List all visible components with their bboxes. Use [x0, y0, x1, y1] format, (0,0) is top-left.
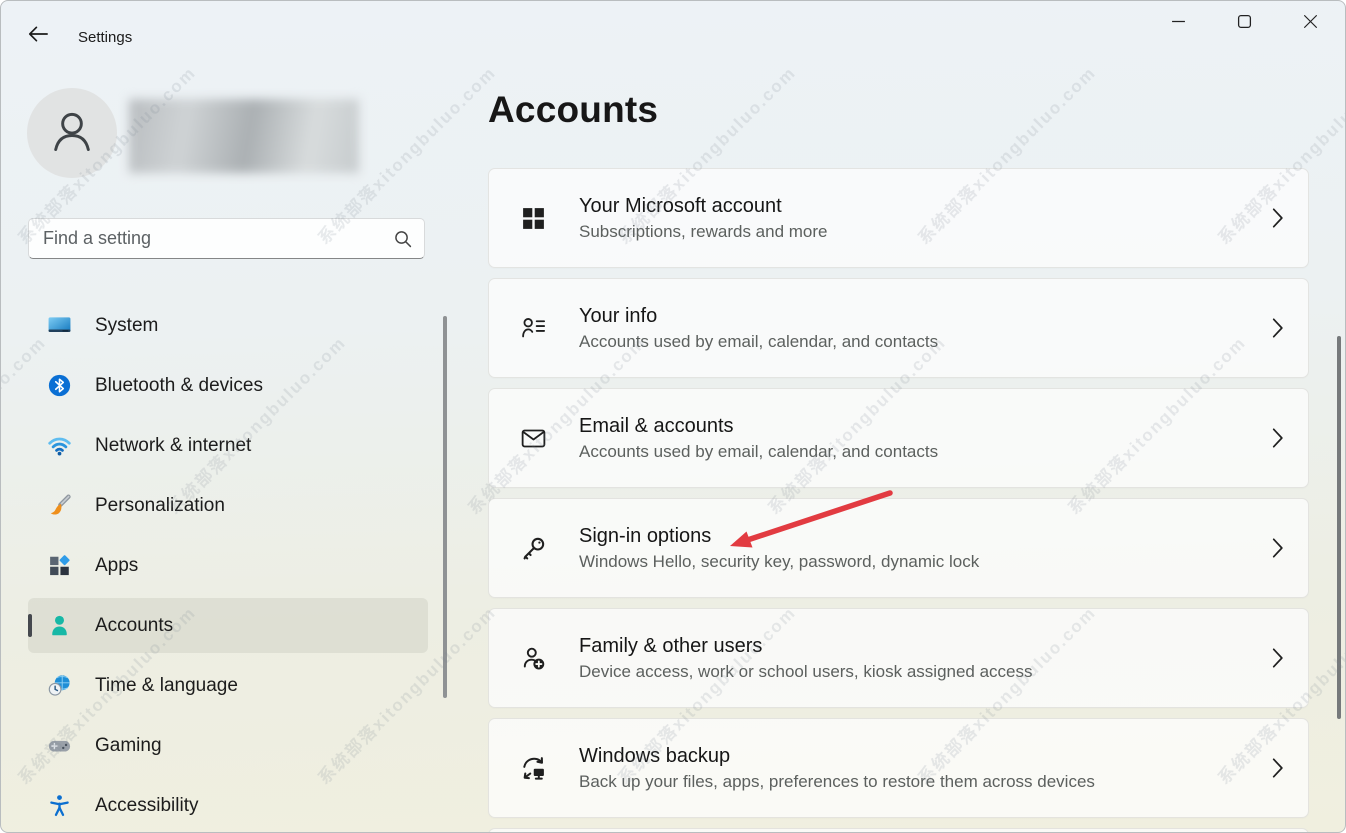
- avatar[interactable]: [27, 88, 117, 178]
- microsoft-logo-icon: [519, 204, 548, 233]
- system-icon: [47, 313, 72, 338]
- chevron-right-icon: [1271, 646, 1284, 670]
- search-input[interactable]: [43, 228, 394, 249]
- sidebar-item-bluetooth-devices[interactable]: Bluetooth & devices: [28, 358, 428, 413]
- sidebar-item-time-language[interactable]: Time & language: [28, 658, 428, 713]
- app-title: Settings: [78, 29, 132, 46]
- titlebar: Settings: [1, 1, 1345, 57]
- sidebar-item-accessibility[interactable]: Accessibility: [28, 778, 428, 833]
- windows-backup-icon: [519, 754, 548, 783]
- selection-pill: [28, 614, 32, 637]
- maximize-button[interactable]: [1211, 1, 1277, 45]
- settings-card-partial[interactable]: [488, 828, 1309, 833]
- minimize-icon: [1171, 14, 1186, 32]
- user-name-redacted: [129, 99, 359, 173]
- sidebar-item-apps[interactable]: Apps: [28, 538, 428, 593]
- personalization-icon: [47, 493, 72, 518]
- sidebar-item-network-internet[interactable]: Network & internet: [28, 418, 428, 473]
- page-title: Accounts: [488, 89, 658, 131]
- your-info-icon: [519, 314, 548, 343]
- time-language-icon: [47, 673, 72, 698]
- settings-card-sign-in-options[interactable]: Sign-in options Windows Hello, security …: [488, 498, 1309, 598]
- search-box[interactable]: [28, 218, 425, 259]
- network-icon: [47, 433, 72, 458]
- sidebar-item-system[interactable]: System: [28, 298, 428, 353]
- chevron-right-icon: [1271, 206, 1284, 230]
- email-icon: [519, 424, 548, 453]
- close-icon: [1303, 14, 1318, 32]
- gaming-icon: [47, 733, 72, 758]
- chevron-right-icon: [1271, 756, 1284, 780]
- accounts-icon: [47, 613, 72, 638]
- chevron-right-icon: [1271, 316, 1284, 340]
- settings-card-your-info[interactable]: Your info Accounts used by email, calend…: [488, 278, 1309, 378]
- settings-cards: Your Microsoft account Subscriptions, re…: [488, 168, 1309, 833]
- back-arrow-icon: [28, 26, 48, 45]
- close-button[interactable]: [1277, 1, 1343, 45]
- settings-window: Settings System: [0, 0, 1346, 833]
- settings-card-windows-backup[interactable]: Windows backup Back up your files, apps,…: [488, 718, 1309, 818]
- chevron-right-icon: [1271, 536, 1284, 560]
- apps-icon: [47, 553, 72, 578]
- search-icon[interactable]: [394, 230, 412, 248]
- signin-key-icon: [519, 534, 548, 563]
- sidebar-item-accounts[interactable]: Accounts: [28, 598, 428, 653]
- sidebar-item-personalization[interactable]: Personalization: [28, 478, 428, 533]
- settings-card-family-other-users[interactable]: Family & other users Device access, work…: [488, 608, 1309, 708]
- settings-card-email-accounts[interactable]: Email & accounts Accounts used by email,…: [488, 388, 1309, 488]
- settings-card-your-microsoft-account[interactable]: Your Microsoft account Subscriptions, re…: [488, 168, 1309, 268]
- main-scrollbar[interactable]: [1337, 336, 1341, 719]
- sidebar-nav: System Bluetooth & devices Network & int…: [28, 298, 428, 833]
- bluetooth-icon: [47, 373, 72, 398]
- minimize-button[interactable]: [1145, 1, 1211, 45]
- sidebar-item-gaming[interactable]: Gaming: [28, 718, 428, 773]
- sidebar-scrollbar[interactable]: [443, 316, 447, 698]
- maximize-icon: [1237, 14, 1252, 32]
- back-button[interactable]: [19, 18, 57, 52]
- caption-controls: [1145, 1, 1343, 45]
- family-icon: [519, 644, 548, 673]
- chevron-right-icon: [1271, 426, 1284, 450]
- accessibility-icon: [47, 793, 72, 818]
- person-icon: [45, 104, 99, 163]
